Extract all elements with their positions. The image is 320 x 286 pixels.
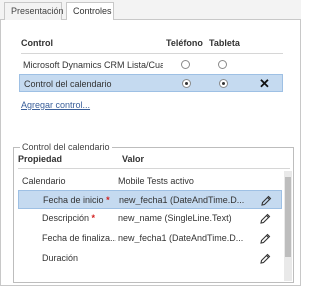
property-name: Descripción * [42,213,116,223]
pencil-icon[interactable] [259,194,273,208]
telefono-radio[interactable] [181,60,190,69]
control-row-calendario[interactable]: Control del calendario ✕ [19,74,283,92]
pencil-icon[interactable] [258,252,272,266]
control-row-lista[interactable]: Microsoft Dynamics CRM Lista/Cuadrí... [19,56,283,74]
column-header-telefono: Teléfono [166,38,203,48]
property-value: new_name (SingleLine.Text) [118,213,232,223]
telefono-radio[interactable] [182,79,191,88]
add-control-link[interactable]: Agregar control... [21,100,90,110]
property-name: Duración [42,253,79,263]
pencil-icon[interactable] [258,232,272,246]
tab-controles[interactable]: Controles [66,2,114,21]
property-name: Calendario [22,176,66,186]
column-header-control: Control [21,38,53,48]
divider [18,168,290,169]
control-row-label: Microsoft Dynamics CRM Lista/Cuadrí... [23,60,163,70]
required-marker: * [91,213,96,223]
control-row-label: Control del calendario [24,79,112,89]
tab-strip: Presentación Controles [0,0,301,21]
divider [21,53,283,54]
controls-grid-header: Control Teléfono Tableta [21,38,283,50]
pencil-icon[interactable] [258,212,272,226]
property-row-descripcion[interactable]: Descripción * new_name (SingleLine.Text) [18,209,282,228]
tab-presentacion[interactable]: Presentación [4,2,64,20]
properties-scrollbar[interactable] [284,171,292,281]
property-name: Fecha de finaliza... [42,233,116,243]
property-name-text: Descripción [42,213,90,223]
property-row-calendario[interactable]: Calendario Mobile Tests activo [18,172,282,191]
close-x-icon[interactable]: ✕ [259,76,270,92]
column-header-valor: Valor [122,154,145,164]
tableta-radio[interactable] [218,60,227,69]
group-legend: Control del calendario [20,142,112,153]
property-value: new_fecha1 (DateAndTime.D... [119,195,244,205]
property-value: new_fecha1 (DateAndTime.D... [118,233,243,243]
column-header-tableta: Tableta [209,38,240,48]
property-row-fecha-finalizacion[interactable]: Fecha de finaliza... new_fecha1 (DateAnd… [18,229,282,248]
calendar-properties-group: Control del calendario Propiedad Valor C… [13,142,294,283]
controls-dialog: Presentación Controles Control Teléfono … [0,0,301,286]
tableta-radio[interactable] [219,79,228,88]
property-name-text: Fecha de inicio [43,195,104,205]
properties-header: Propiedad Valor [18,154,291,166]
property-row-duracion[interactable]: Duración [18,249,282,268]
controles-panel: Control Teléfono Tableta Microsoft Dynam… [0,20,301,286]
required-marker: * [106,195,110,205]
property-value: Mobile Tests activo [118,176,194,186]
property-name: Fecha de inicio * [43,195,117,205]
scrollbar-thumb[interactable] [285,177,291,257]
property-row-fecha-inicio[interactable]: Fecha de inicio * new_fecha1 (DateAndTim… [18,190,282,209]
column-header-propiedad: Propiedad [18,154,63,164]
